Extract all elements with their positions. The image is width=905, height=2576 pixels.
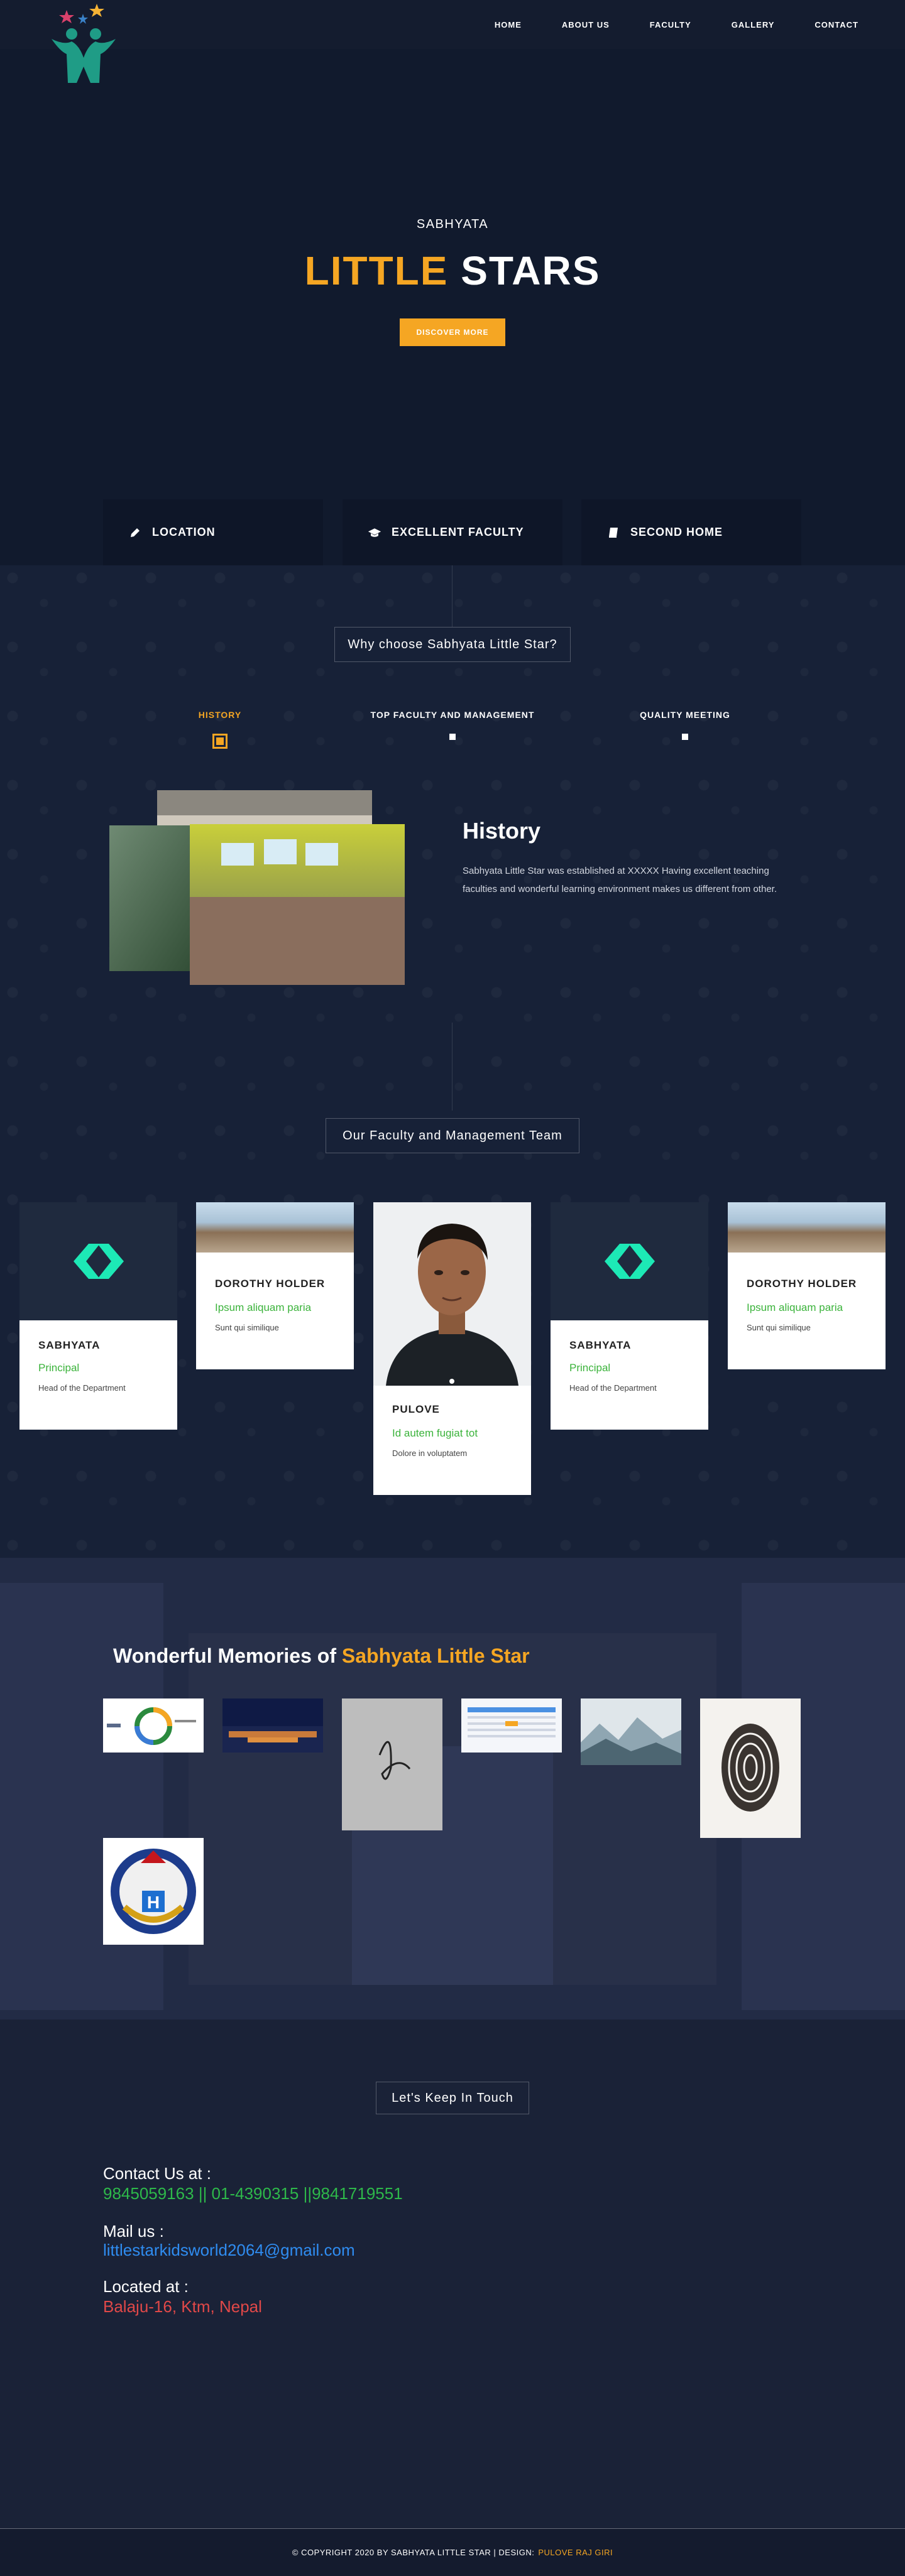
site-logo[interactable] [39,1,128,90]
night-city-thumb[interactable] [222,1698,323,1753]
team-card[interactable]: DOROTHY HOLDER Ipsum aliquam paria Sunt … [196,1202,354,1369]
contact-email-link[interactable]: littlestarkidsworld2064@gmail.com [103,2241,355,2260]
team-member-name: DOROTHY HOLDER [747,1278,857,1290]
team-member-name: PULOVE [392,1403,440,1415]
history-text: Sabhyata Little Star was established at … [463,866,777,894]
keep-in-touch-heading: Let's Keep In Touch [376,2082,529,2114]
code-logo-icon [19,1202,177,1320]
tab-top-faculty-marker [449,734,456,740]
svg-text:H: H [147,1893,160,1912]
located-at-label: Located at : [103,2277,189,2296]
team-member-role: Principal [38,1362,80,1374]
nav-home-link[interactable]: HOME [495,20,522,30]
team-member-name: SABHYATA [38,1339,101,1351]
tab-top-faculty-label: TOP FACULTY AND MANAGEMENT [370,710,535,720]
feature-location[interactable]: LOCATION [103,499,323,565]
team-member-role: Ipsum aliquam paria [747,1302,843,1313]
feature-second-home[interactable]: SECOND HOME [581,499,801,565]
team-member-desc: Head of the Department [38,1383,126,1393]
tab-history[interactable]: HISTORY [126,710,314,749]
contact-phones[interactable]: 9845059163 || 01-4390315 ||9841719551 [103,2184,403,2204]
memories-title-highlight: Sabhyata Little Star [341,1644,530,1667]
signature-thumb[interactable] [342,1698,442,1830]
tab-quality-meeting-label: QUALITY MEETING [640,710,730,720]
footer: © COPYRIGHT 2020 BY SABHYATA LITTLE STAR… [0,2528,905,2576]
nepal-police-emblem-thumb[interactable]: H [103,1838,204,1945]
nav-contact-link[interactable]: CONTACT [814,20,858,30]
team-card[interactable]: SABHYATA Principal Head of the Departmen… [551,1202,708,1430]
hero-title-highlight: LITTLE [304,248,449,293]
tab-quality-meeting[interactable]: QUALITY MEETING [591,710,779,740]
misty-mountain-thumb[interactable] [581,1698,681,1765]
team-member-role: Ipsum aliquam paria [215,1302,312,1313]
faculty-team-heading: Our Faculty and Management Team [326,1118,579,1153]
graduation-cap-icon [368,526,381,540]
footer-designer-link[interactable]: PULOVE RAJ GIRI [538,2548,613,2557]
mail-us-label: Mail us : [103,2222,164,2241]
discover-more-button[interactable]: DISCOVER MORE [400,318,505,346]
feature-home-label: SECOND HOME [630,526,723,538]
footer-copyright: © COPYRIGHT 2020 BY SABHYATA LITTLE STAR… [292,2548,535,2557]
memories-section: Wonderful Memories of Sabhyata Little St… [0,1558,905,2019]
team-member-role: Id autem fugiat tot [392,1427,478,1439]
team-member-name: SABHYATA [569,1339,632,1351]
feature-faculty-label: EXCELLENT FACULTY [392,526,524,538]
team-card[interactable]: SABHYATA Principal Head of the Departmen… [19,1202,177,1430]
pencil-icon [128,526,142,540]
hero-title: LITTLE STARS [0,247,905,294]
fingerprint-thumb[interactable] [700,1698,801,1838]
nav-faculty-link[interactable]: FACULTY [650,20,691,30]
hero-subtitle: SABHYATA [416,217,489,231]
portrait-photo [373,1202,531,1386]
calendar-screenshot-thumb[interactable] [461,1698,562,1753]
hero-section: SABHYATA LITTLE STARS DISCOVER MORE [0,49,905,565]
team-member-desc: Sunt qui similique [215,1323,279,1332]
team-card[interactable]: DOROTHY HOLDER Ipsum aliquam paria Sunt … [728,1202,886,1369]
team-member-name: DOROTHY HOLDER [215,1278,326,1290]
memories-title: Wonderful Memories of Sabhyata Little St… [113,1644,530,1668]
history-image-collage [109,790,405,985]
team-member-desc: Head of the Department [569,1383,657,1393]
tab-quality-meeting-marker [682,734,688,740]
feature-excellent-faculty[interactable]: EXCELLENT FACULTY [343,499,562,565]
contact-us-label: Contact Us at : [103,2164,211,2183]
book-icon [606,526,620,540]
history-title: History [463,818,541,844]
team-member-desc: Dolore in voluptatem [392,1448,468,1458]
contact-location: Balaju-16, Ktm, Nepal [103,2297,262,2316]
tab-history-marker [212,734,228,749]
tab-history-label: HISTORY [198,710,242,720]
feature-location-label: LOCATION [152,526,216,538]
team-member-desc: Sunt qui similique [747,1323,811,1332]
school-building-photo [728,1202,886,1253]
nav-about-link[interactable]: ABOUT US [562,20,610,30]
logo-chart-thumb[interactable] [103,1698,204,1753]
code-logo-icon [551,1202,708,1320]
contact-section: Let's Keep In Touch Contact Us at : 9845… [0,2019,905,2528]
school-building-photo [196,1202,354,1253]
team-card[interactable]: PULOVE Id autem fugiat tot Dolore in vol… [373,1202,531,1495]
hero-title-rest: STARS [461,248,601,293]
top-navbar: HOME ABOUT US FACULTY GALLERY CONTACT [0,0,905,83]
nav-gallery-link[interactable]: GALLERY [732,20,775,30]
team-member-role: Principal [569,1362,611,1374]
memories-title-prefix: Wonderful Memories of [113,1644,336,1667]
why-choose-heading: Why choose Sabhyata Little Star? [334,627,571,662]
tab-top-faculty[interactable]: TOP FACULTY AND MANAGEMENT [358,710,547,740]
nav-menu: HOME ABOUT US FACULTY GALLERY CONTACT [454,0,905,49]
